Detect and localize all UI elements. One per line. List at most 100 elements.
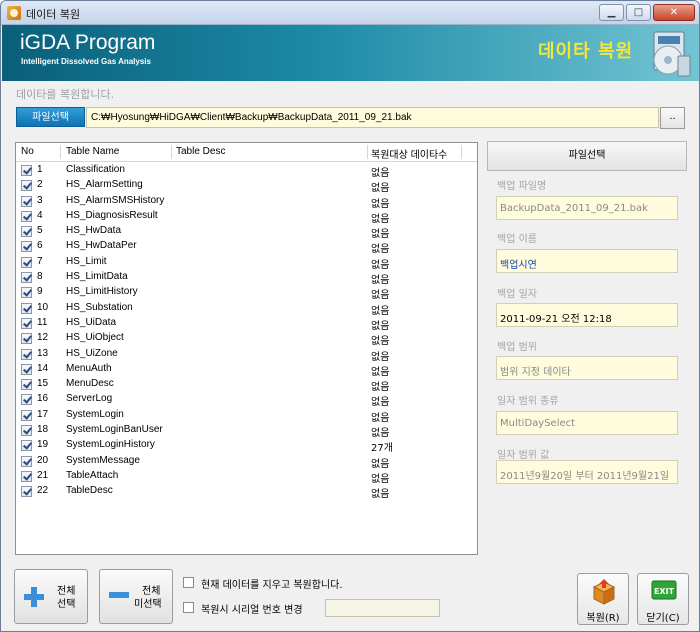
deselect-all-label-line1: 전체 <box>142 586 161 597</box>
change-serial-label: 복원시 시리얼 번호 변경 <box>201 605 303 616</box>
minimize-button[interactable]: ▁ <box>599 4 624 21</box>
row-checkbox[interactable] <box>21 241 32 253</box>
table-row[interactable]: 22 TableDesc 없음 <box>16 484 477 500</box>
row-checkbox[interactable] <box>21 165 32 176</box>
deselect-all-button[interactable]: 전체 미선택 <box>99 569 173 624</box>
clear-and-restore-label: 현재 데이터를 지우고 복원합니다. <box>201 580 343 591</box>
table-row[interactable]: 8 HS_LimitData 없음 <box>16 270 477 286</box>
row-checkbox[interactable] <box>21 409 32 421</box>
row-number: 18 <box>37 424 49 436</box>
row-number: 8 <box>37 271 43 283</box>
row-checkbox[interactable] <box>21 317 32 329</box>
info-field-label: 일자 범위 값 <box>497 450 550 461</box>
table-row[interactable]: 11 HS_UiData 없음 <box>16 316 477 332</box>
title-bar: 데이터 복원 ▁ □ ✕ <box>1 1 699 25</box>
row-restore-count: 없음 <box>371 366 390 378</box>
row-checkbox[interactable] <box>21 256 32 268</box>
row-number: 10 <box>37 301 49 313</box>
table-row[interactable]: 4 HS_DiagnosisResult 없음 <box>16 209 477 225</box>
exit-icon: EXIT <box>651 580 677 600</box>
row-checkbox[interactable] <box>21 226 32 238</box>
row-checkbox[interactable] <box>21 455 32 467</box>
row-checkbox[interactable] <box>21 486 32 498</box>
select-all-button[interactable]: 전체 선택 <box>14 569 88 624</box>
close-button[interactable]: EXIT 닫기(C) <box>637 573 689 625</box>
row-table-name: TableDesc <box>66 485 113 497</box>
row-checkbox[interactable] <box>21 379 32 391</box>
column-no[interactable]: No <box>21 146 34 157</box>
row-checkbox[interactable] <box>21 287 32 299</box>
row-checkbox[interactable] <box>21 180 32 192</box>
select-file-button[interactable]: 파일선택 <box>16 107 85 127</box>
row-checkbox[interactable] <box>21 210 32 222</box>
info-field-label: 백업 이름 <box>497 234 537 245</box>
table-row[interactable]: 12 HS_UiObject 없음 <box>16 331 477 347</box>
close-window-button[interactable]: ✕ <box>653 4 695 21</box>
table-row[interactable]: 5 HS_HwData 없음 <box>16 224 477 240</box>
browse-button[interactable]: .. <box>660 107 685 129</box>
row-checkbox[interactable] <box>21 425 32 437</box>
app-icon <box>7 6 21 20</box>
row-checkbox[interactable] <box>21 302 32 314</box>
maximize-icon: □ <box>633 7 644 18</box>
row-checkbox[interactable] <box>21 348 32 360</box>
row-table-name: HS_UiZone <box>66 347 118 359</box>
table-row[interactable]: 9 HS_LimitHistory 없음 <box>16 285 477 301</box>
row-number: 3 <box>37 194 43 206</box>
minimize-icon: ▁ <box>607 7 616 18</box>
deselect-all-label-line2: 미선택 <box>134 599 162 610</box>
maximize-button[interactable]: □ <box>626 4 651 21</box>
row-checkbox[interactable] <box>21 195 32 207</box>
table-row[interactable]: 15 MenuDesc 없음 <box>16 377 477 393</box>
column-divider <box>171 145 172 159</box>
table-row[interactable]: 10 HS_Substation 없음 <box>16 301 477 317</box>
row-checkbox[interactable] <box>21 272 32 284</box>
info-field-label: 백업 파일명 <box>497 181 547 192</box>
row-number: 14 <box>37 362 49 374</box>
table-row[interactable]: 19 SystemLoginHistory 27개 <box>16 438 477 454</box>
table-row[interactable]: 16 ServerLog 없음 <box>16 392 477 408</box>
column-table-name[interactable]: Table Name <box>66 146 119 157</box>
table-list[interactable]: No Table Name Table Desc 복원대상 데이타수 1 Clas… <box>15 142 478 555</box>
row-checkbox[interactable] <box>21 363 32 375</box>
file-path-field[interactable]: C:₩Hyosung₩HiDGA₩Client₩Backup₩BackupDat… <box>86 107 659 128</box>
row-checkbox[interactable] <box>21 470 32 482</box>
row-checkbox[interactable] <box>21 333 32 345</box>
table-row[interactable]: 13 HS_UiZone 없음 <box>16 347 477 363</box>
info-field-value: 2011년9월20일 부터 2011년9월21일 <box>496 460 678 484</box>
table-row[interactable]: 18 SystemLoginBanUser 없음 <box>16 423 477 440</box>
row-restore-count: 없음 <box>371 428 390 440</box>
minus-icon <box>109 592 129 598</box>
window-controls: ▁ □ ✕ <box>599 4 695 21</box>
change-serial-checkbox[interactable] <box>183 602 194 613</box>
row-restore-count: 없음 <box>371 320 390 332</box>
table-row[interactable]: 1 Classification 없음 <box>16 163 477 179</box>
row-checkbox[interactable] <box>21 440 32 452</box>
table-row[interactable]: 6 HS_HwDataPer 없음 <box>16 239 477 256</box>
select-all-label-line2: 선택 <box>57 599 76 610</box>
row-table-name: HS_HwData <box>66 225 122 237</box>
column-restore-count[interactable]: 복원대상 데이타수 <box>371 146 447 161</box>
table-row[interactable]: 17 SystemLogin 없음 <box>16 408 477 424</box>
plus-icon <box>24 587 44 607</box>
row-restore-count: 없음 <box>371 458 390 470</box>
table-row[interactable]: 14 MenuAuth 없음 <box>16 362 477 378</box>
table-row[interactable]: 2 HS_AlarmSetting 없음 <box>16 178 477 194</box>
column-table-desc[interactable]: Table Desc <box>176 146 225 157</box>
select-all-label-line1: 전체 <box>57 586 76 597</box>
instruction-text: 데이타를 복원합니다. <box>16 88 115 101</box>
row-restore-count: 없음 <box>371 244 390 256</box>
restore-button[interactable]: 복원(R) <box>577 573 629 625</box>
row-checkbox[interactable] <box>21 394 32 406</box>
info-select-file-button[interactable]: 파일선택 <box>487 141 687 171</box>
table-row[interactable]: 21 TableAttach 없음 <box>16 469 477 485</box>
table-row[interactable]: 3 HS_AlarmSMSHistory 없음 <box>16 194 477 210</box>
row-table-name: MenuAuth <box>66 362 112 374</box>
table-row[interactable]: 7 HS_Limit 없음 <box>16 255 477 271</box>
row-table-name: SystemLoginHistory <box>66 439 155 451</box>
row-table-name: HS_LimitHistory <box>66 286 138 298</box>
clear-and-restore-checkbox[interactable] <box>183 577 194 588</box>
table-row[interactable]: 20 SystemMessage 없음 <box>16 454 477 470</box>
row-number: 6 <box>37 240 43 252</box>
serial-number-input[interactable] <box>325 599 440 617</box>
